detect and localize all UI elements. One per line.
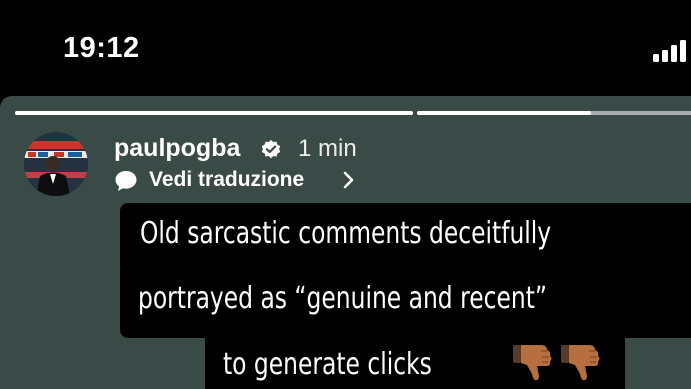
story-viewer[interactable]: paulpogba 1 min Vedi traduzione Old sarc… <box>0 96 691 389</box>
caption-line: to generate clicks <box>223 347 432 382</box>
thumbs-down-icon <box>561 345 600 381</box>
story-progress-segment <box>417 111 691 115</box>
see-translation-label: Vedi traduzione <box>149 168 305 191</box>
caption-box: to generate clicks <box>205 333 625 389</box>
caption-line: portrayed as “genuine and recent” <box>138 281 547 316</box>
caption-box: portrayed as “genuine and recent” <box>120 268 691 338</box>
caption-line: Old sarcastic comments deceitfully <box>140 216 552 251</box>
verified-badge-icon <box>261 139 281 159</box>
chevron-right-icon <box>343 171 354 189</box>
thumbs-down-icon <box>513 345 552 381</box>
story-username[interactable]: paulpogba <box>114 134 240 163</box>
story-progress-segment <box>15 111 413 115</box>
cellular-signal-icon <box>653 38 691 62</box>
status-bar: 19:12 <box>0 0 691 96</box>
story-progress-fill <box>15 111 413 115</box>
caption-box: Old sarcastic comments deceitfully <box>120 203 691 273</box>
story-time-ago: 1 min <box>298 135 357 162</box>
story-progress-fill <box>417 111 591 115</box>
avatar[interactable] <box>24 132 88 196</box>
status-time: 19:12 <box>63 32 140 64</box>
speech-bubble-icon <box>115 171 137 191</box>
avatar-photo <box>24 132 88 196</box>
